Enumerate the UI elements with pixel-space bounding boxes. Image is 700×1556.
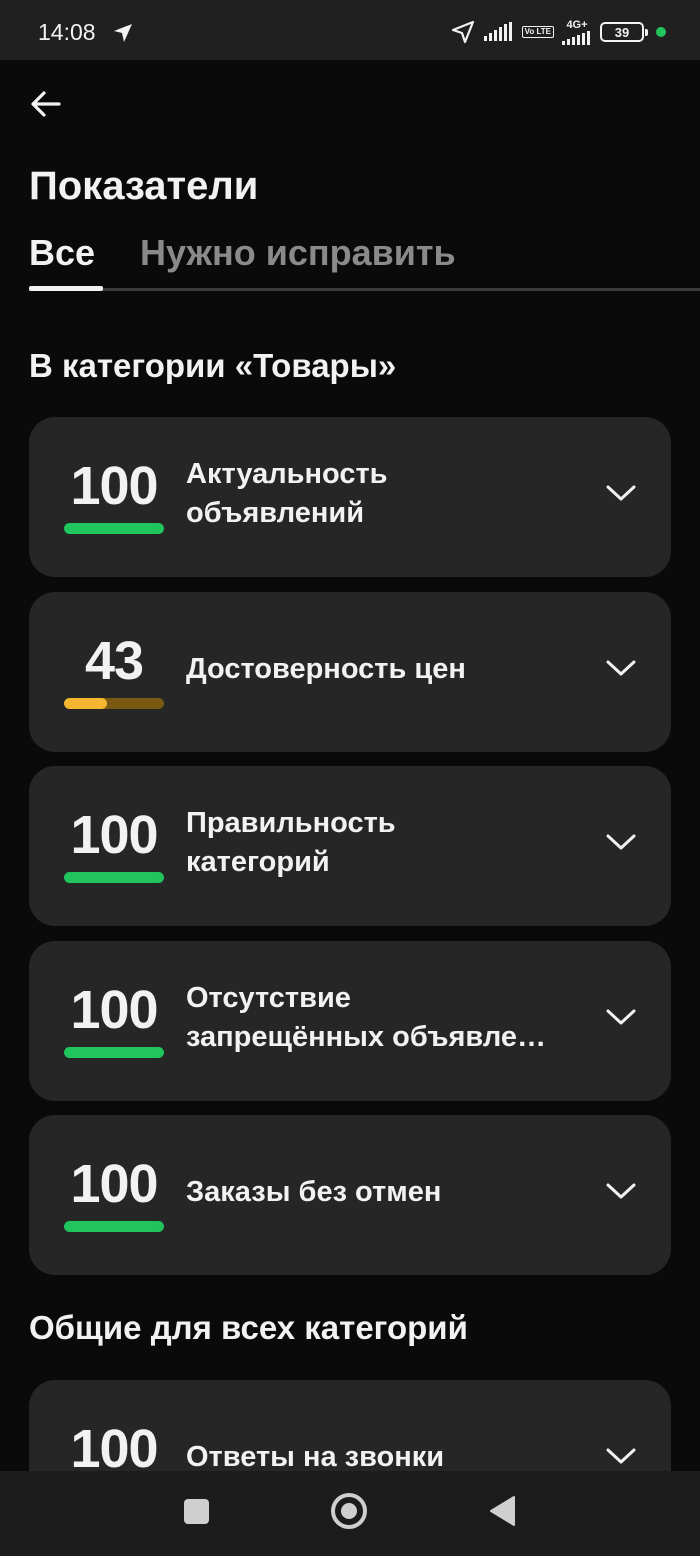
- system-nav-bar: [0, 1471, 700, 1556]
- section-title-common: Общие для всех категорий: [29, 1309, 468, 1346]
- page-title: Показатели: [29, 164, 259, 208]
- chevron-down-icon[interactable]: [601, 997, 641, 1037]
- chevron-down-icon[interactable]: [601, 1171, 641, 1211]
- score-block: 100: [64, 417, 164, 577]
- score-block: 100: [64, 766, 164, 926]
- back-button[interactable]: [24, 82, 68, 126]
- status-time: 14:08: [38, 19, 96, 45]
- section-title-goods: В категории «Товары»: [29, 347, 397, 384]
- score-bar: [64, 872, 164, 883]
- score-bar: [64, 523, 164, 534]
- score-bar-fill: [64, 1047, 164, 1058]
- chevron-down-icon[interactable]: [601, 822, 641, 862]
- back-triangle-icon[interactable]: [488, 1495, 516, 1527]
- metric-score: 100: [70, 805, 158, 865]
- chevron-down-icon[interactable]: [601, 1436, 641, 1476]
- metric-score: 43: [84, 631, 144, 691]
- arrow-left-icon: [31, 91, 61, 117]
- location-arrow-icon: [114, 24, 132, 42]
- metric-card[interactable]: 100 Заказы без отмен: [29, 1115, 671, 1275]
- status-icons: Vo LTE 4G+ 39: [450, 18, 666, 46]
- score-block: 43: [64, 592, 164, 752]
- score-bar-fill: [64, 523, 164, 534]
- status-bar: 14:08 Vo LTE 4G+ 39: [0, 0, 700, 60]
- tab-bar: Все Нужно исправить: [29, 232, 700, 292]
- metric-score: 100: [70, 980, 158, 1040]
- battery-level: 39: [614, 24, 630, 40]
- score-block: 100: [64, 941, 164, 1101]
- signal-4g-icon: 4G+: [562, 18, 592, 45]
- metric-label: Заказы без отмен: [186, 1173, 586, 1212]
- home-circle-icon[interactable]: [331, 1493, 367, 1529]
- score-bar-fill: [64, 872, 164, 883]
- score-bar: [64, 1047, 164, 1058]
- tabs-divider: [29, 288, 700, 291]
- active-tab-indicator: [29, 286, 103, 291]
- metric-card[interactable]: 100 Отсутствие запрещённых объявле…: [29, 941, 671, 1101]
- score-bar: [64, 698, 164, 709]
- metric-label: Правильность категорий: [186, 804, 586, 882]
- recents-square-icon[interactable]: [184, 1499, 209, 1524]
- metric-label-line1: Заказы без отмен: [186, 1176, 442, 1208]
- score-bar-fill: [64, 698, 107, 709]
- metric-label-line1: Актуальность: [186, 458, 388, 490]
- metric-card[interactable]: 43 Достоверность цен: [29, 592, 671, 752]
- metric-card[interactable]: 100 Правильность категорий: [29, 766, 671, 926]
- navigation-icon: [451, 20, 474, 44]
- metric-label-line1: Правильность: [186, 807, 396, 839]
- metric-label-line2: объявлений: [186, 497, 365, 529]
- metric-label-line1: Отсутствие: [186, 982, 351, 1014]
- score-bar-fill: [64, 1221, 164, 1232]
- signal-icon: [483, 22, 512, 41]
- signal-bars-icon: [562, 30, 590, 45]
- chevron-down-icon[interactable]: [601, 648, 641, 688]
- network-type: 4G+: [566, 18, 588, 31]
- metric-label-line1: Достоверность цен: [186, 653, 466, 685]
- metric-score: 100: [70, 1154, 158, 1214]
- chevron-down-icon[interactable]: [601, 473, 641, 513]
- metric-score: 100: [70, 456, 158, 516]
- metric-label: Актуальность объявлений: [186, 455, 586, 533]
- score-bar: [64, 1221, 164, 1232]
- volte-icon: Vo LTE: [521, 26, 554, 38]
- metric-card[interactable]: 100 Актуальность объявлений: [29, 417, 671, 577]
- metric-label-line2: категорий: [186, 846, 330, 878]
- dot-icon: [656, 27, 666, 37]
- tab-all[interactable]: Все: [29, 232, 95, 274]
- tab-needs-fixing[interactable]: Нужно исправить: [140, 232, 456, 274]
- metric-label: Достоверность цен: [186, 650, 586, 689]
- score-block: 100: [64, 1115, 164, 1275]
- metric-label: Отсутствие запрещённых объявле…: [186, 979, 586, 1057]
- battery-icon: 39: [600, 22, 648, 42]
- metric-label-line2: запрещённых объявле…: [186, 1021, 547, 1053]
